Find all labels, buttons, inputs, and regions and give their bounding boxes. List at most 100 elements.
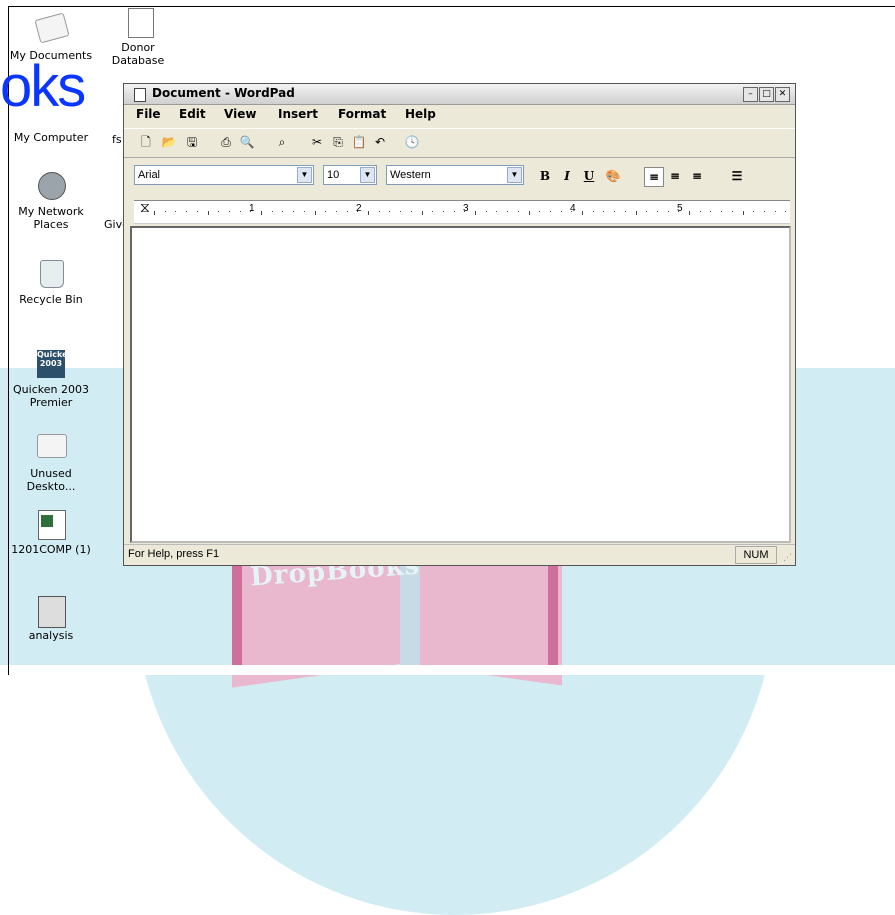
color-icon[interactable]: 🎨 bbox=[604, 167, 622, 185]
ruler-tick bbox=[614, 211, 616, 212]
close-button[interactable]: ✕ bbox=[775, 87, 790, 102]
maximize-button[interactable]: □ bbox=[759, 87, 774, 102]
desktop-icon-unused-desktop[interactable]: Unused Deskto... bbox=[8, 428, 94, 493]
ruler-tick bbox=[207, 211, 209, 215]
font-size: 10 bbox=[327, 169, 340, 181]
recycle-bin-icon bbox=[35, 260, 67, 290]
standard-toolbar: 🗋 📂 🖫 ⎙ 🔍 ⌕ ✂ ⎘ 📋 ↶ 🕓 bbox=[124, 128, 795, 158]
menu-insert[interactable]: Insert bbox=[278, 107, 318, 121]
ruler-tick bbox=[646, 211, 648, 212]
ruler-tick bbox=[464, 211, 466, 212]
ruler[interactable]: ⧖ 1 2 3 4 5 bbox=[134, 200, 790, 224]
ruler-tick bbox=[656, 211, 658, 212]
copy-icon[interactable]: ⎘ bbox=[330, 134, 346, 150]
folder-icon bbox=[35, 434, 67, 464]
desktop-icon-donor-database[interactable]: Donor Database bbox=[108, 8, 168, 67]
print-preview-icon[interactable]: 🔍 bbox=[239, 134, 255, 150]
save-icon[interactable]: 🖫 bbox=[184, 134, 200, 150]
ruler-tick bbox=[432, 211, 434, 212]
desktop-icon-my-computer[interactable]: My Computer bbox=[8, 100, 94, 144]
wordpad-window: Document - WordPad – □ ✕ File Edit View … bbox=[123, 83, 796, 566]
ruler-tick bbox=[164, 211, 166, 212]
bottom-margin bbox=[0, 665, 895, 675]
menu-file[interactable]: File bbox=[136, 107, 161, 121]
italic-button[interactable]: I bbox=[558, 167, 576, 185]
underline-button[interactable]: U bbox=[580, 167, 598, 185]
cut-icon[interactable]: ✂ bbox=[309, 134, 325, 150]
bold-button[interactable]: B bbox=[536, 167, 554, 185]
align-left-icon[interactable]: ≡ bbox=[644, 167, 664, 187]
font-size-combo[interactable]: 10 ▼ bbox=[323, 165, 377, 185]
desktop-icon-my-network-places[interactable]: My Network Places bbox=[8, 172, 94, 231]
ruler-tick bbox=[293, 211, 295, 212]
desktop-icon-label: Unused Deskto... bbox=[26, 467, 76, 493]
align-right-icon[interactable]: ≡ bbox=[688, 167, 706, 185]
my-computer-icon bbox=[35, 100, 67, 128]
document-editor[interactable] bbox=[130, 226, 791, 543]
ruler-tick bbox=[389, 211, 391, 212]
ruler-tick bbox=[175, 211, 177, 212]
ruler-tick bbox=[357, 211, 359, 212]
ruler-tick bbox=[250, 211, 252, 212]
ruler-number: 5 bbox=[677, 203, 683, 214]
find-icon[interactable]: ⌕ bbox=[274, 134, 290, 150]
font-name: Arial bbox=[138, 169, 161, 181]
ruler-number: 2 bbox=[356, 203, 362, 214]
ruler-tick bbox=[689, 211, 690, 215]
ruler-tick bbox=[228, 211, 230, 212]
desktop-icon-give[interactable]: Give bbox=[104, 218, 129, 231]
ruler-tick bbox=[753, 211, 755, 212]
paste-icon[interactable]: 📋 bbox=[351, 134, 367, 150]
menu-view[interactable]: View bbox=[224, 107, 256, 121]
indent-marker-icon[interactable]: ⧖ bbox=[140, 201, 150, 215]
chevron-down-icon[interactable]: ▼ bbox=[360, 167, 375, 183]
ruler-tick bbox=[442, 211, 444, 212]
desktop-icon-recycle-bin[interactable]: Recycle Bin bbox=[8, 260, 94, 306]
ruler-tick bbox=[710, 211, 712, 212]
ruler-tick bbox=[742, 211, 744, 215]
minimize-button[interactable]: – bbox=[743, 87, 758, 102]
ruler-number: 1 bbox=[249, 203, 255, 214]
undo-icon[interactable]: ↶ bbox=[372, 134, 388, 150]
menu-help[interactable]: Help bbox=[405, 107, 436, 121]
bullets-icon[interactable]: ☰ bbox=[728, 167, 746, 185]
ruler-tick bbox=[635, 211, 637, 215]
date-time-icon[interactable]: 🕓 bbox=[404, 134, 420, 150]
ruler-number: 3 bbox=[463, 203, 469, 214]
print-icon[interactable]: ⎙ bbox=[218, 134, 234, 150]
desktop-icon-label: analysis bbox=[28, 629, 74, 642]
ruler-tick bbox=[303, 211, 305, 212]
ruler-tick bbox=[517, 211, 519, 212]
quicken-shortcut-icon: Quicken 2003 bbox=[35, 350, 73, 380]
new-icon[interactable]: 🗋 bbox=[138, 134, 154, 150]
chevron-down-icon[interactable]: ▼ bbox=[507, 167, 522, 183]
align-center-icon[interactable]: ≡ bbox=[666, 167, 684, 185]
script-combo[interactable]: Western ▼ bbox=[386, 165, 524, 185]
desktop-icon-label: Give bbox=[104, 218, 129, 231]
desktop-icon-analysis[interactable]: analysis bbox=[8, 596, 94, 642]
menu-format[interactable]: Format bbox=[338, 107, 386, 121]
ruler-tick bbox=[507, 211, 509, 212]
resize-grip-icon[interactable]: ⋰ bbox=[783, 553, 793, 563]
chevron-down-icon[interactable]: ▼ bbox=[297, 167, 312, 183]
ruler-tick bbox=[475, 211, 476, 215]
ruler-tick bbox=[539, 211, 541, 212]
desktop-icon-label: Donor Database bbox=[111, 41, 165, 67]
status-text: For Help, press F1 bbox=[128, 548, 220, 560]
ruler-tick bbox=[774, 211, 776, 212]
desktop-icon-quicken[interactable]: Quicken 2003 Quicken 2003 Premier bbox=[8, 350, 94, 409]
ruler-tick bbox=[582, 211, 583, 215]
menu-edit[interactable]: Edit bbox=[179, 107, 206, 121]
ruler-tick bbox=[154, 211, 155, 215]
open-icon[interactable]: 📂 bbox=[161, 134, 177, 150]
wordpad-document-icon bbox=[134, 88, 146, 102]
ruler-tick bbox=[421, 211, 423, 215]
ruler-tick bbox=[763, 211, 765, 212]
network-places-icon bbox=[35, 172, 67, 202]
title-bar[interactable]: Document - WordPad – □ ✕ bbox=[124, 84, 795, 105]
ruler-tick bbox=[667, 211, 669, 212]
ruler-tick bbox=[721, 211, 723, 212]
ruler-tick bbox=[218, 211, 220, 212]
font-combo[interactable]: Arial ▼ bbox=[134, 165, 314, 185]
desktop-icon-1201comp[interactable]: 1201COMP (1) bbox=[8, 510, 94, 556]
